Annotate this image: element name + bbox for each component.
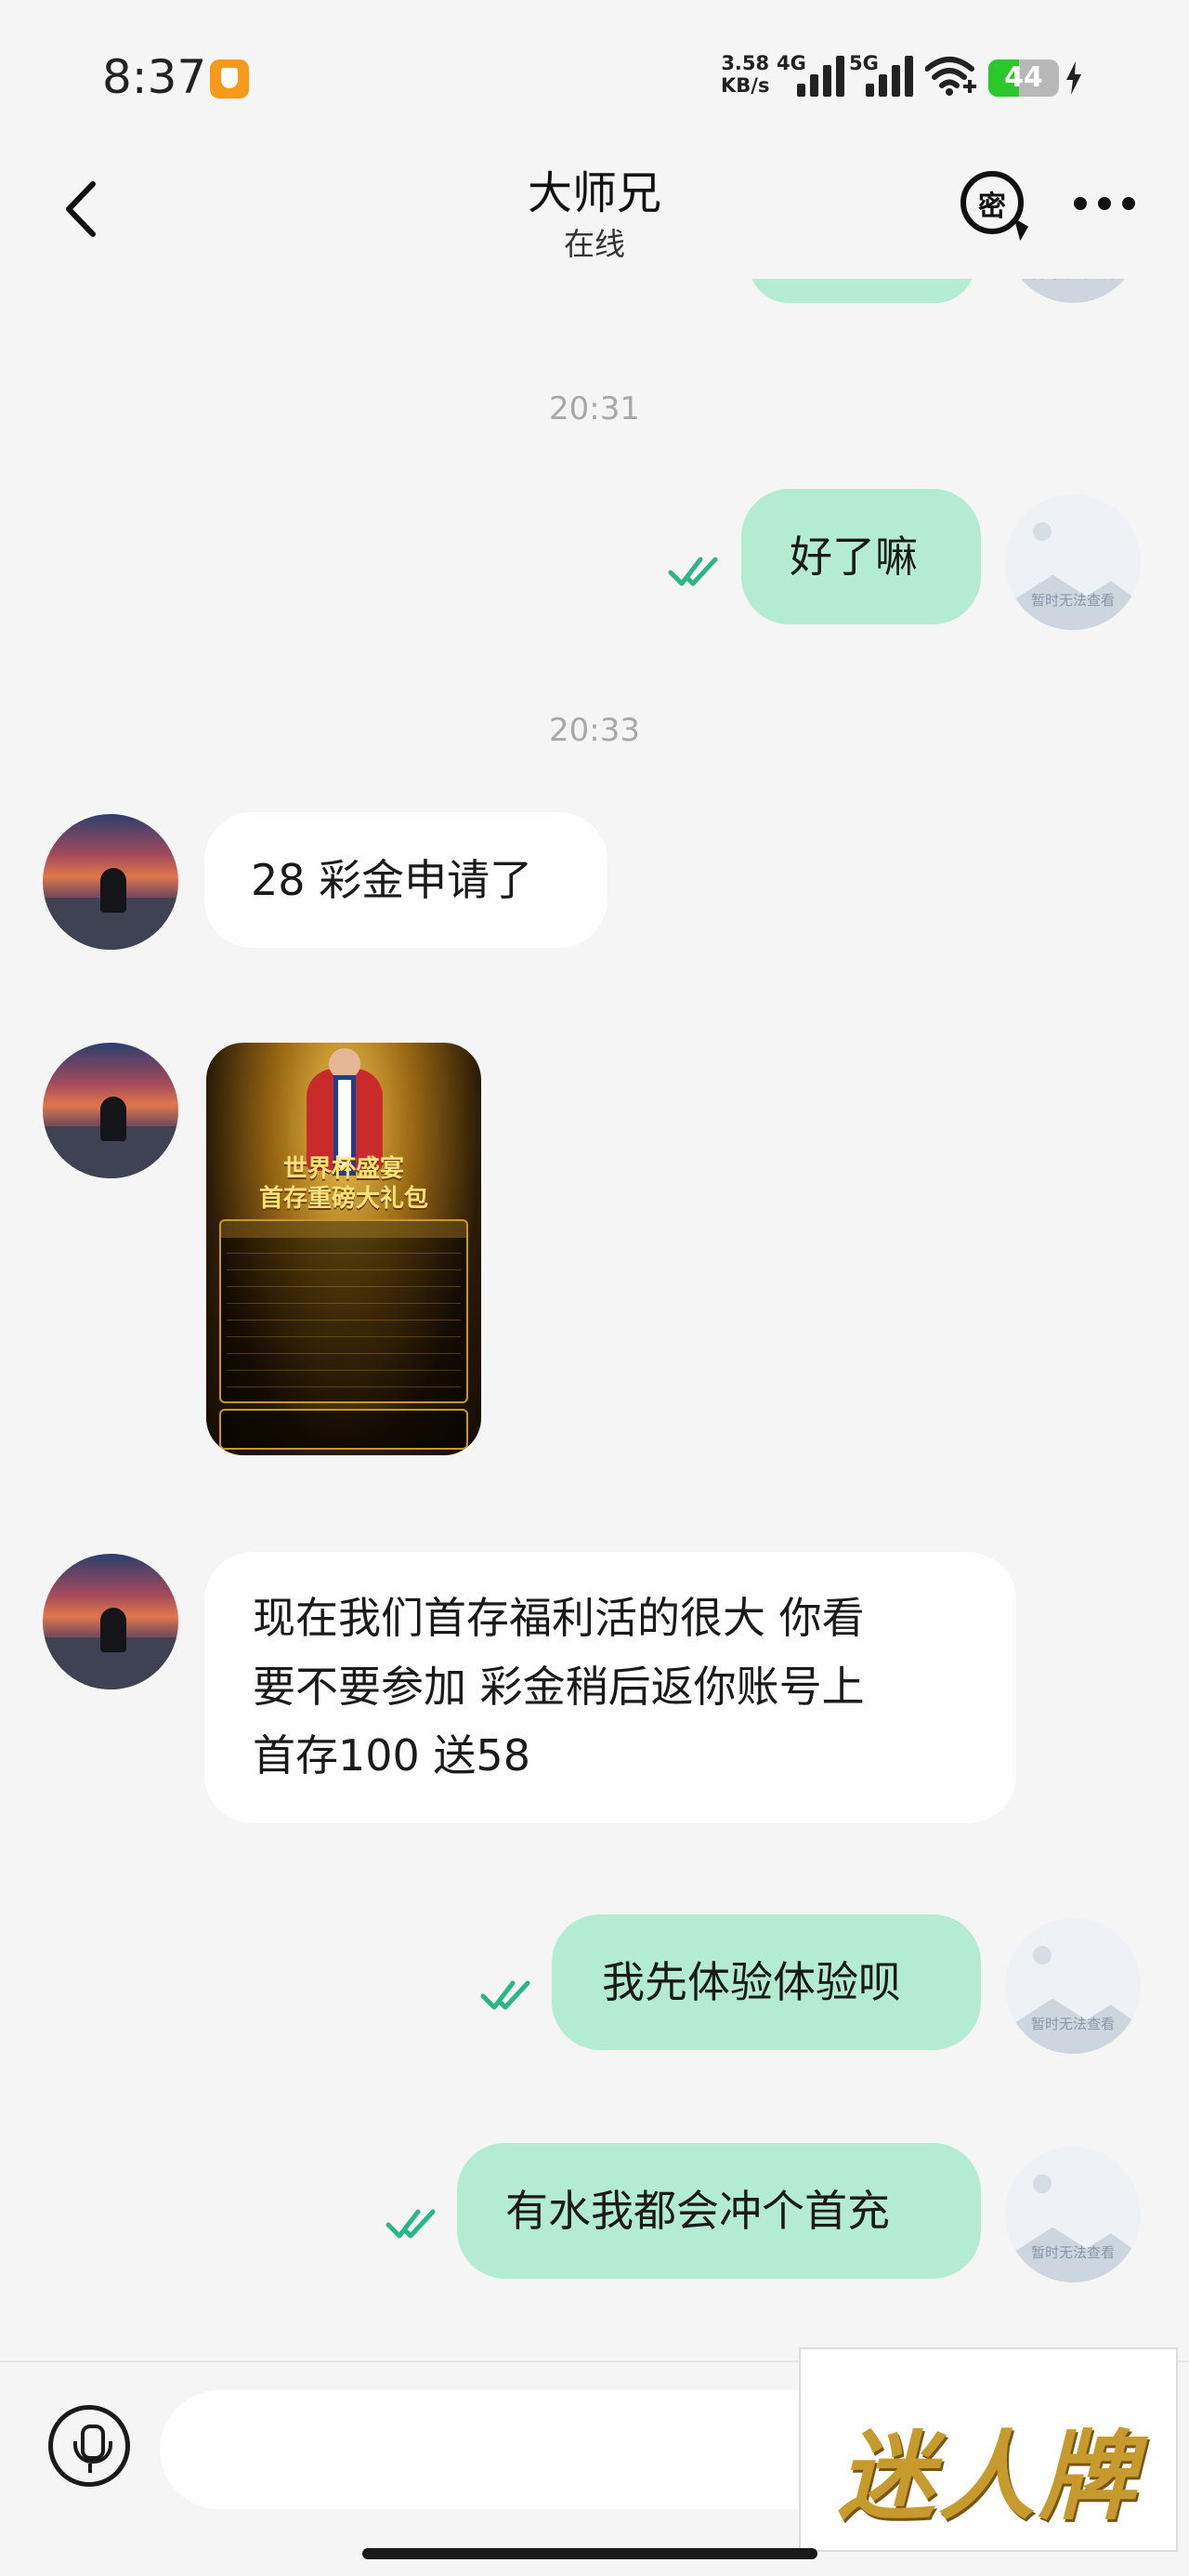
read-check-icon — [668, 557, 718, 586]
message-text-line: 要不要参加 彩金稍后返你账号上 — [253, 1662, 865, 1712]
network-speed-value: 3.58 — [721, 52, 770, 74]
message-list[interactable]: 暂时无法查看 20:31 好了嘛 暂时无法查看 20:33 28 彩金申请了 世… — [0, 279, 1189, 2360]
avatar-placeholder-sun — [1033, 522, 1052, 541]
message-timestamp: 20:31 — [549, 390, 640, 427]
status-time: 8:37 — [102, 50, 207, 104]
chat-header: 大师兄 在线 密 — [0, 139, 1189, 279]
charging-icon — [1066, 61, 1081, 95]
promo-title-line-2: 首存重磅大礼包 — [258, 1185, 428, 1213]
promo-table-row — [227, 1353, 461, 1354]
my-avatar[interactable]: 暂时无法查看 — [1005, 1918, 1141, 2054]
message-bubble-incoming[interactable]: 现在我们首存福利活的很大 你看 要不要参加 彩金稍后返你账号上 首存100 送5… — [204, 1552, 1016, 1823]
battery-icon: 44 — [988, 59, 1059, 97]
message-timestamp: 20:33 — [549, 712, 640, 749]
avatar-placeholder-caption: 暂时无法查看 — [1030, 2016, 1115, 2032]
status-bar: 8:37 3.58 KB/s 4G 5G 44 — [0, 0, 1189, 139]
watermark-logo: 迷人牌 — [799, 2347, 1178, 2552]
app-notification-icon — [210, 59, 249, 99]
promo-footer-note — [219, 1409, 468, 1450]
avatar-placeholder-sun — [1033, 2175, 1052, 2193]
voice-input-button[interactable] — [48, 2405, 130, 2487]
promo-image-message[interactable]: 世界杯盛宴 首存重磅大礼包 — [206, 1043, 481, 1455]
my-avatar[interactable]: 暂时无法查看 — [1005, 279, 1141, 303]
promo-table-row — [227, 1370, 461, 1371]
contact-avatar[interactable] — [43, 814, 178, 950]
promo-title: 世界杯盛宴 首存重磅大礼包 — [206, 1154, 481, 1214]
read-check-icon — [480, 1980, 530, 2010]
home-indicator[interactable] — [362, 2548, 817, 2559]
signal-icon — [793, 54, 847, 97]
secret-chat-button[interactable]: 密 — [960, 171, 1031, 242]
message-text-line: 首存100 送58 — [253, 1730, 530, 1781]
signal-icon — [862, 54, 916, 97]
avatar-placeholder-sun — [1033, 1946, 1052, 1965]
promo-table-row — [227, 1320, 461, 1321]
message-bubble-incoming[interactable]: 28 彩金申请了 — [204, 812, 608, 948]
my-avatar[interactable]: 暂时无法查看 — [1005, 494, 1141, 630]
promo-table-row — [227, 1269, 461, 1270]
read-check-icon — [385, 2209, 436, 2239]
microphone-icon-stem — [88, 2464, 92, 2473]
promo-bonus-table — [219, 1219, 468, 1403]
avatar-placeholder-caption: 暂时无法查看 — [1005, 279, 1141, 283]
promo-table-row — [227, 1286, 461, 1287]
message-bubble-outgoing[interactable]: 我先体验体验呗 — [552, 1914, 981, 2050]
message-text: 28 彩金申请了 — [251, 855, 533, 905]
battery-level: 44 — [1004, 61, 1043, 94]
message-text: 好了嘛 — [790, 532, 918, 582]
message-text: 有水我都会冲个首充 — [505, 2186, 890, 2236]
promo-table-header — [221, 1221, 466, 1238]
promo-table-row — [227, 1253, 461, 1254]
contact-avatar[interactable] — [43, 1043, 178, 1178]
message-bubble-outgoing[interactable]: 好了嘛 — [741, 489, 981, 624]
my-avatar[interactable]: 暂时无法查看 — [1005, 2147, 1141, 2282]
message-bubble-partial[interactable] — [749, 279, 975, 303]
promo-table-row — [227, 1303, 461, 1304]
contact-avatar[interactable] — [43, 1554, 178, 1689]
watermark-text: 迷人牌 — [837, 2419, 1139, 2533]
message-bubble-outgoing[interactable]: 有水我都会冲个首充 — [457, 2143, 981, 2279]
network-speed: 3.58 KB/s — [721, 52, 769, 97]
microphone-icon-arc — [73, 2441, 112, 2464]
message-text-line: 现在我们首存福利活的很大 你看 — [253, 1593, 865, 1643]
avatar-placeholder-caption: 暂时无法查看 — [1030, 2244, 1115, 2261]
promo-table-row — [227, 1336, 461, 1337]
more-button[interactable] — [1074, 193, 1135, 216]
secret-chat-label: 密 — [978, 191, 1006, 223]
wifi-icon — [925, 57, 976, 96]
message-text: 我先体验体验呗 — [602, 1957, 901, 2007]
promo-title-line-1: 世界杯盛宴 — [282, 1155, 404, 1183]
avatar-placeholder-caption: 暂时无法查看 — [1030, 592, 1115, 609]
network-speed-unit: KB/s — [721, 74, 770, 97]
